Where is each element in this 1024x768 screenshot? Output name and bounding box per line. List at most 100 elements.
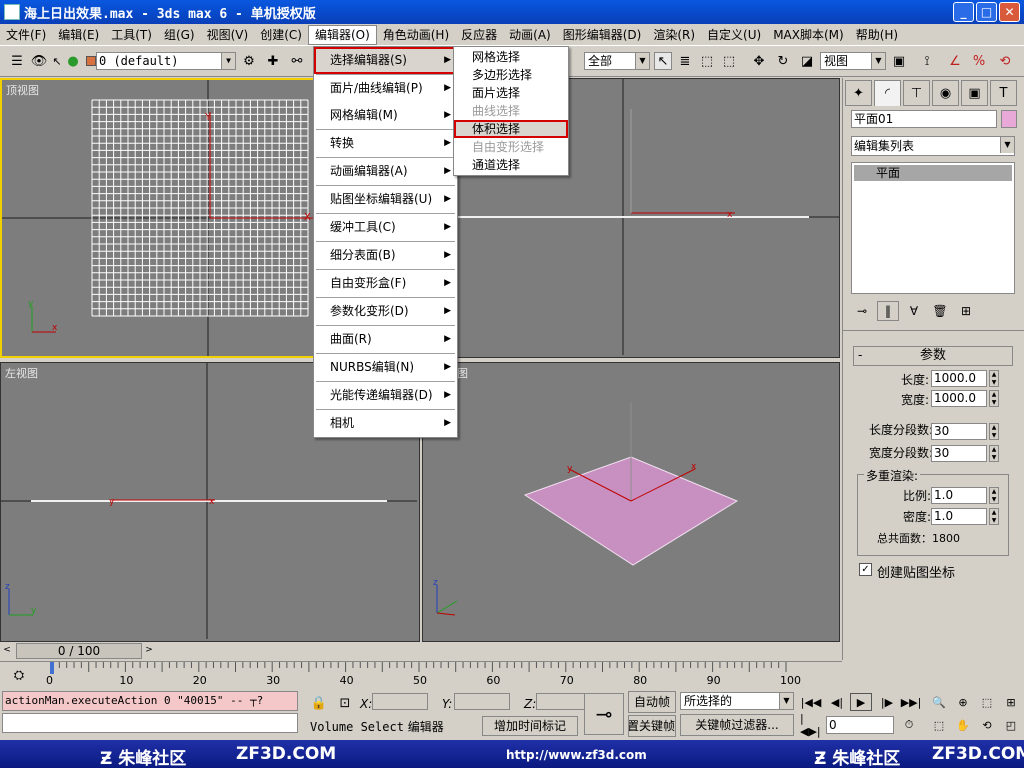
chevron-left-icon[interactable]: <	[0, 642, 14, 658]
chevron-down-icon[interactable]: ▼	[871, 53, 885, 69]
pivot-icon[interactable]: ▣	[890, 52, 908, 70]
configure-sets-icon[interactable]: ⊞	[955, 301, 977, 321]
submenu-item[interactable]: 通道选择	[454, 156, 568, 174]
menu-item[interactable]: 面片/曲线编辑(P) ▶	[314, 75, 457, 102]
key-icon[interactable]: ⊸	[584, 693, 624, 735]
time-slider-thumb[interactable]: 0 / 100	[16, 643, 142, 659]
zoom-all-icon[interactable]: ⊕	[952, 693, 974, 711]
key-mode-icon[interactable]: |◀▶|	[800, 712, 822, 738]
length-spinner[interactable]: ▲ ▼	[989, 370, 999, 387]
menu-item[interactable]: 创建(C)	[254, 25, 308, 45]
menu-item[interactable]: 角色动画(H)	[377, 25, 455, 45]
selection-filter-dropdown[interactable]: 全部 ▼	[584, 52, 650, 70]
reference-coordinate-dropdown[interactable]: 视图 ▼	[820, 52, 886, 70]
chevron-down-icon[interactable]: ▼	[779, 693, 793, 709]
chevron-down-icon[interactable]: ▼	[635, 53, 649, 69]
modifier-list-dropdown[interactable]: 编辑集列表 ▼	[851, 136, 1015, 156]
teapot-icon[interactable]: ●	[64, 52, 82, 70]
width-segs-input[interactable]: 30	[931, 445, 987, 462]
minimize-button[interactable]: _	[953, 2, 974, 22]
key-filters-button[interactable]: 关键帧过滤器...	[680, 714, 794, 736]
arc-rotate-icon[interactable]: ⟲	[976, 716, 998, 734]
modify-tab-icon[interactable]: ◜	[874, 80, 901, 106]
close-button[interactable]: ✕	[999, 2, 1020, 22]
menu-item[interactable]: 帮助(H)	[850, 25, 904, 45]
menu-item[interactable]: 参数化变形(D) ▶	[314, 298, 457, 325]
density-spinner[interactable]: ▲ ▼	[989, 508, 999, 525]
gen-mapping-checkbox[interactable]: ✓	[859, 563, 872, 576]
menu-item[interactable]: MAX脚本(M)	[767, 25, 850, 45]
length-input[interactable]: 1000.0	[931, 370, 987, 387]
menu-item[interactable]: 光能传递编辑器(D) ▶	[314, 382, 457, 409]
eye-icon[interactable]: 👁	[30, 52, 48, 70]
menu-item[interactable]: 编辑(E)	[52, 25, 105, 45]
app-icon[interactable]	[4, 4, 20, 20]
make-unique-icon[interactable]: ∀	[903, 301, 925, 321]
x-coordinate-field[interactable]	[372, 693, 428, 710]
create-tab-icon[interactable]: ✦	[845, 80, 872, 106]
zoom-icon[interactable]: 🔍	[928, 693, 950, 711]
menu-item[interactable]: 自由变形盒(F) ▶	[314, 270, 457, 297]
width-input[interactable]: 1000.0	[931, 390, 987, 407]
menu-item[interactable]: 编辑器(O)	[307, 24, 377, 45]
menu-item[interactable]: 视图(V)	[201, 25, 255, 45]
go-to-start-icon[interactable]: |◀◀	[800, 693, 822, 711]
menu-item[interactable]: 相机 ▶	[314, 410, 457, 437]
absolute-mode-icon[interactable]: ⊡	[336, 694, 354, 712]
pin-stack-icon[interactable]: ⊸	[851, 301, 873, 321]
stack-item[interactable]: 平面	[854, 165, 1012, 181]
hierarchy-tab-icon[interactable]: ⊤	[903, 80, 930, 106]
zoom-extents-icon[interactable]: ⬚	[976, 693, 998, 711]
footer-url[interactable]: http://www.zf3d.com	[506, 748, 647, 762]
add-time-tag-button[interactable]: 增加时间标记	[482, 716, 578, 736]
maxscript-listener[interactable]: actionMan.executeAction 0 "40015" -- ┬?	[2, 691, 298, 711]
menu-item[interactable]: 渲染(R)	[647, 25, 701, 45]
object-color-swatch[interactable]	[1001, 110, 1017, 128]
width-segs-spinner[interactable]: ▲ ▼	[989, 445, 999, 462]
menu-item[interactable]: 选择编辑器(S) ▶	[314, 47, 457, 74]
viewport-perspective[interactable]: 图 y x z	[422, 362, 840, 642]
menu-item[interactable]: 网格编辑(M) ▶	[314, 102, 457, 129]
key-selection-dropdown[interactable]: 所选择的 ▼	[680, 692, 794, 710]
spinner-snap-icon[interactable]: ⟲	[996, 52, 1014, 70]
menu-item[interactable]: 曲面(R) ▶	[314, 326, 457, 353]
select-object-icon[interactable]: ↖	[654, 52, 672, 70]
create-layer-icon[interactable]: ✚	[264, 52, 282, 70]
chevron-down-icon[interactable]: ▼	[221, 53, 235, 69]
density-input[interactable]: 1.0	[931, 508, 987, 525]
angle-snap-icon[interactable]: ∠	[946, 52, 964, 70]
percent-snap-icon[interactable]: %	[970, 52, 988, 70]
menu-item[interactable]: 自定义(U)	[701, 25, 767, 45]
zoom-extents-all-icon[interactable]: ⊞	[1000, 693, 1022, 711]
snap-icon[interactable]: ⟟	[918, 52, 936, 70]
rectangle-selection-icon[interactable]: ⬚	[698, 52, 716, 70]
menu-item[interactable]: 缓冲工具(C) ▶	[314, 214, 457, 241]
time-configuration-icon[interactable]: ⏱	[898, 716, 920, 734]
y-coordinate-field[interactable]	[454, 693, 510, 710]
layer-properties-icon[interactable]: ⚙	[240, 52, 258, 70]
menu-item[interactable]: 动画编辑器(A) ▶	[314, 158, 457, 185]
scale-spinner[interactable]: ▲ ▼	[989, 487, 999, 504]
menu-item[interactable]: 动画(A)	[503, 25, 557, 45]
set-key-button[interactable]: 设置关键帧	[628, 715, 676, 737]
chevron-down-icon[interactable]: ▼	[1000, 137, 1014, 153]
scale-input[interactable]: 1.0	[931, 487, 987, 504]
length-segs-input[interactable]: 30	[931, 423, 987, 440]
menu-item[interactable]: 图形编辑器(D)	[557, 25, 648, 45]
play-icon[interactable]: ▶	[850, 693, 872, 711]
remove-modifier-icon[interactable]: 🗑	[929, 301, 951, 321]
layer-dropdown[interactable]: 0 (default) ▼	[96, 52, 236, 70]
go-to-end-icon[interactable]: ▶▶|	[900, 693, 922, 711]
layer-manager-icon[interactable]: ☰	[8, 52, 26, 70]
scale-icon[interactable]: ◪	[798, 52, 816, 70]
submenu-item[interactable]: 体积选择	[454, 120, 568, 138]
length-segs-spinner[interactable]: ▲ ▼	[989, 423, 999, 440]
select-by-name-icon[interactable]: ≣	[676, 52, 694, 70]
show-end-result-icon[interactable]: ‖	[877, 301, 899, 321]
object-name-field[interactable]: 平面01	[851, 110, 997, 128]
parameters-rollout-header[interactable]: - 参数	[853, 346, 1013, 366]
width-spinner[interactable]: ▲ ▼	[989, 390, 999, 407]
submenu-item[interactable]: 多边形选择	[454, 66, 568, 84]
menu-item[interactable]: 组(G)	[158, 25, 201, 45]
move-icon[interactable]: ✥	[750, 52, 768, 70]
